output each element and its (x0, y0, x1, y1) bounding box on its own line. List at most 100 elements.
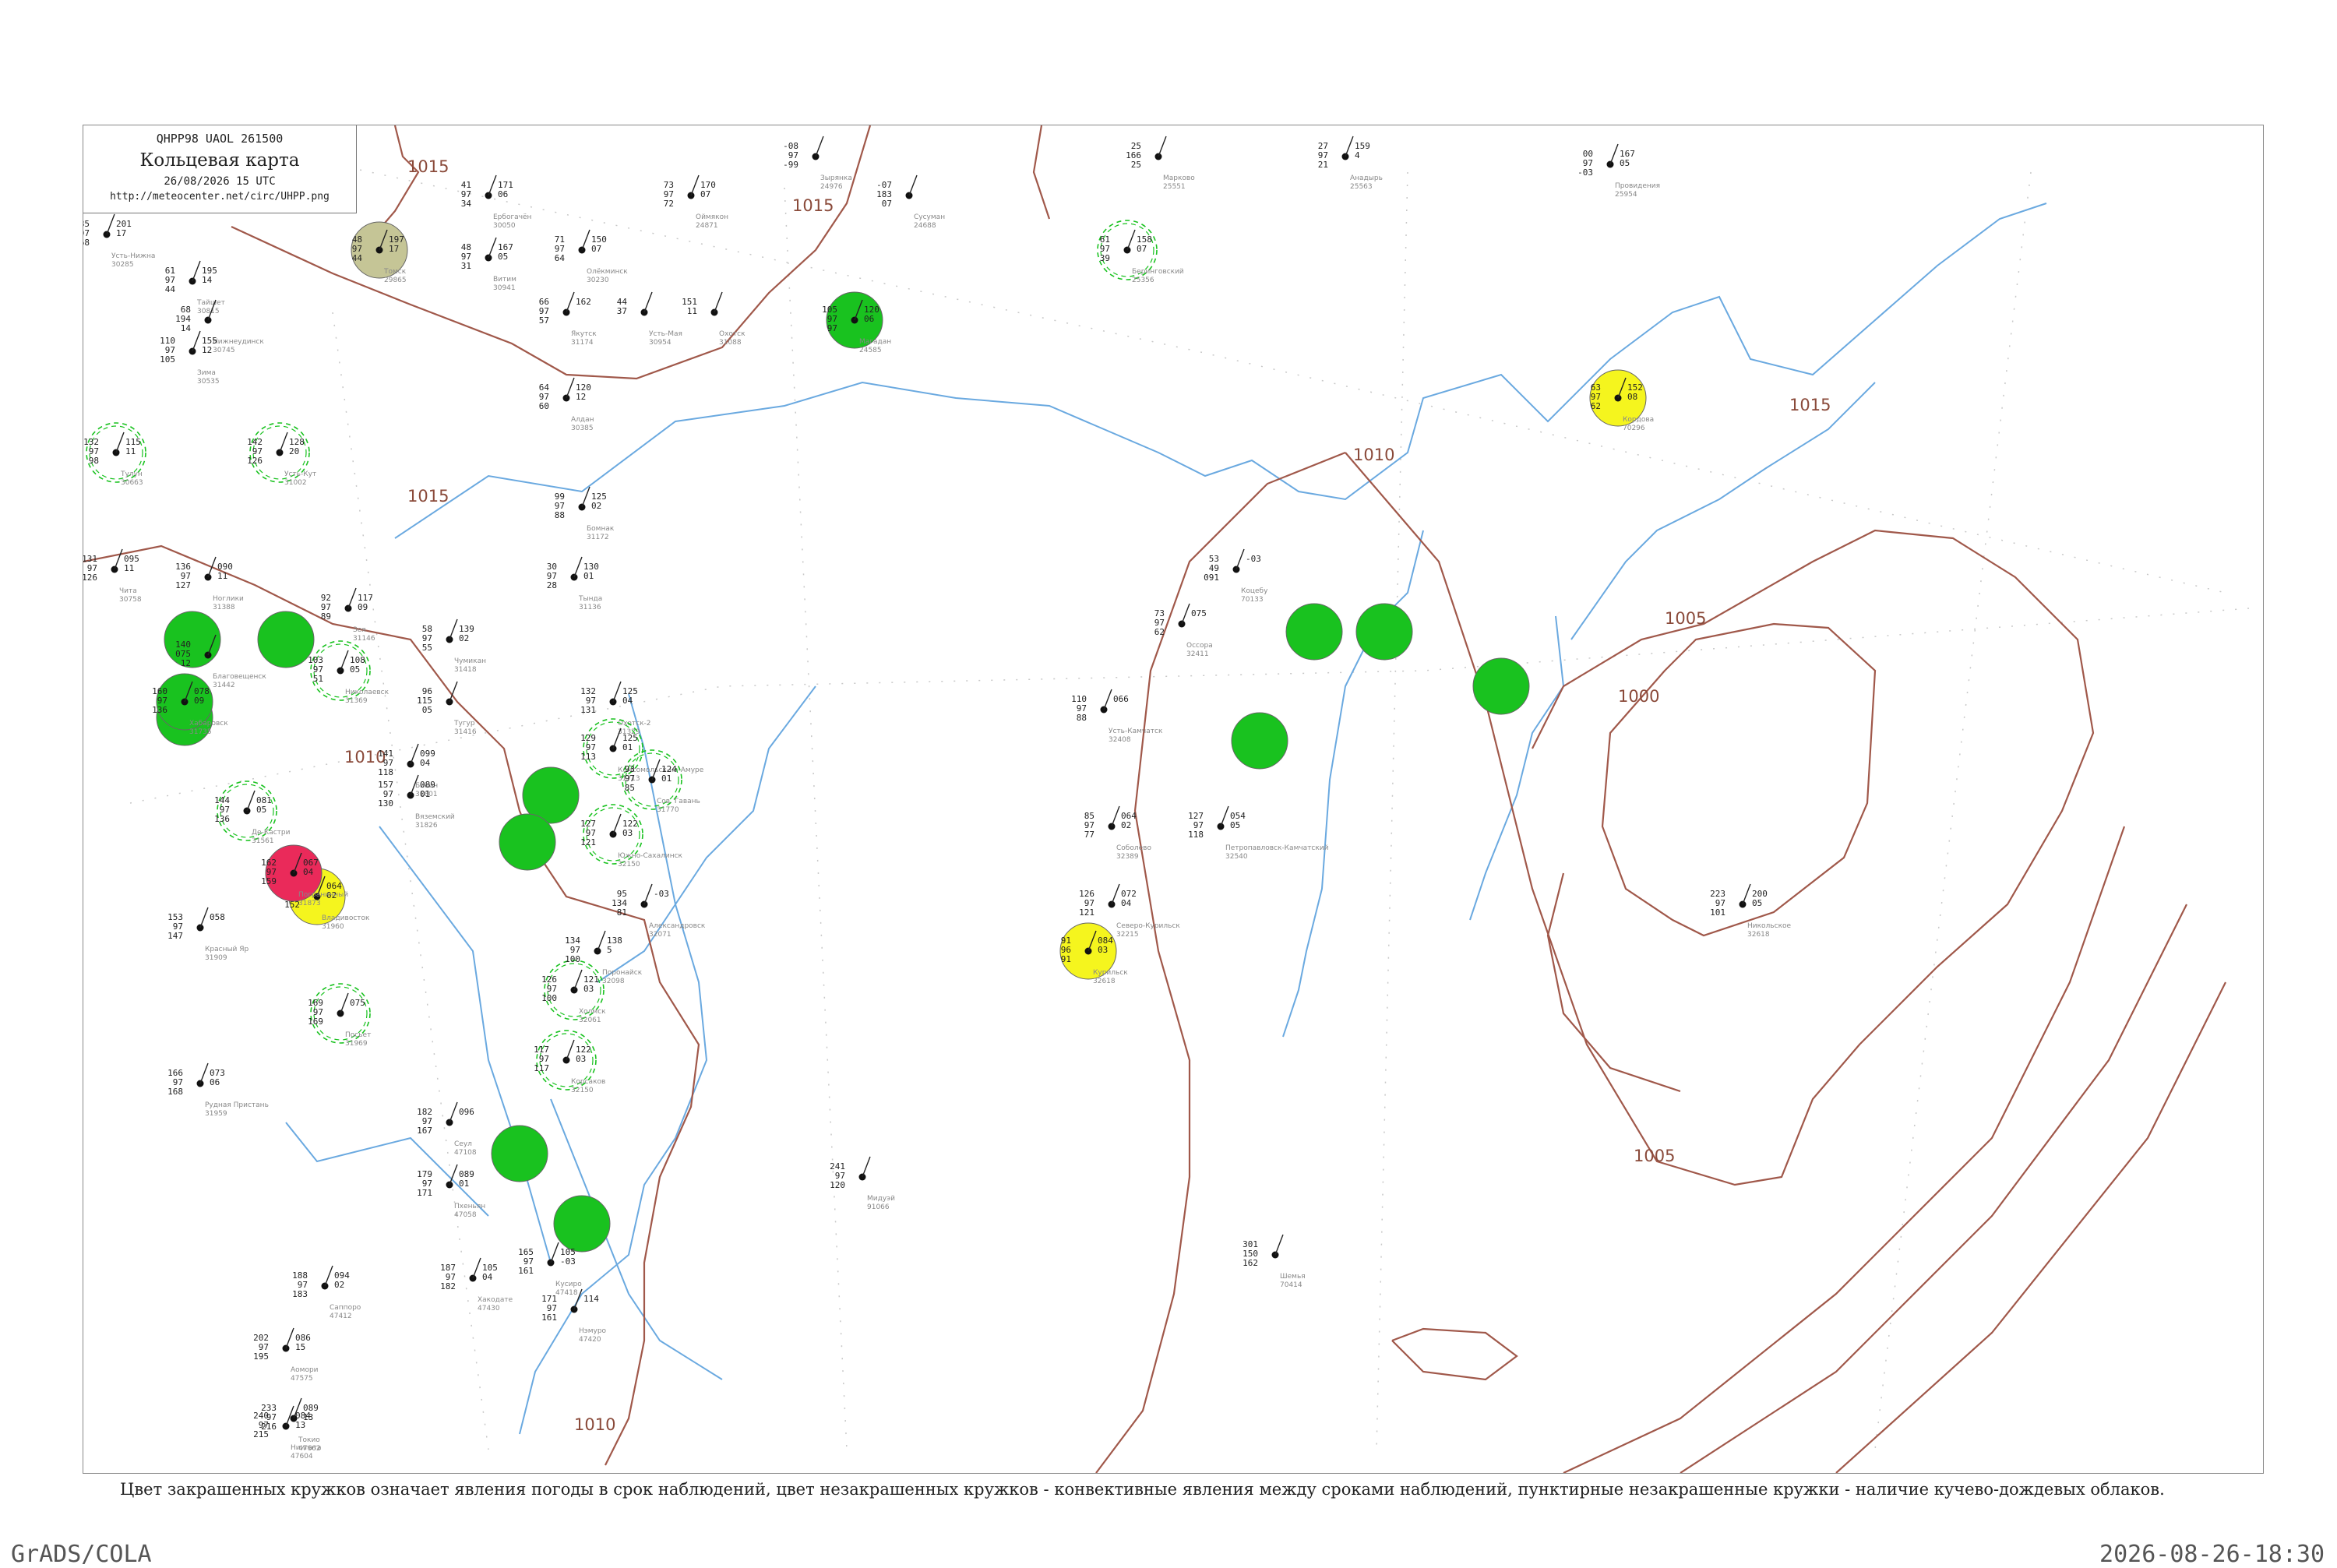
station-value: 02 (1121, 820, 1131, 830)
weather-fill-marker (553, 1195, 611, 1253)
station-value: 55 (422, 643, 432, 653)
station-index: 31969 (345, 1040, 368, 1048)
station-name: Рудная Пристань (205, 1101, 269, 1109)
station-index: 31418 (454, 666, 477, 674)
station-name: Зырянка (820, 174, 852, 182)
wind-barb (1609, 143, 1619, 165)
station-value: 12 (576, 392, 586, 402)
station-value: 01 (583, 571, 594, 581)
station-plot: 2029719508615Аомори47575 (253, 1327, 319, 1383)
station-plot: 9611505Тугур31416 (417, 681, 477, 736)
station-name: Никольское (1747, 922, 1792, 930)
station-name: Хакодате (478, 1296, 513, 1304)
station-name: Бомнак (587, 525, 615, 533)
station-value: 162 (576, 297, 591, 307)
station-plot: 2239710120005Никольское32618 (1710, 883, 1792, 939)
station-name: Де-Кастри (252, 829, 291, 837)
station-index: 47058 (454, 1211, 477, 1219)
station-plot: 2516625Марково25551 (1126, 136, 1195, 191)
station-plot: 85976820117Усть-Нижна30285 (83, 213, 155, 269)
station-name: Витим (493, 276, 516, 284)
station-index: 70414 (1280, 1281, 1302, 1289)
station-plot: 739762075Оссора32411 (1154, 603, 1213, 658)
station-plot: 1669716807306Рудная Пристань31959 (167, 1062, 269, 1118)
station-index: 25954 (1615, 191, 1637, 199)
station-value: 44 (165, 284, 176, 294)
station-index: 25551 (1163, 183, 1186, 191)
station-plot: 15397147058Красный Яр31909 (167, 907, 249, 962)
wind-barb (115, 432, 125, 453)
station-value: 62 (1591, 401, 1601, 411)
station-name: Охотск (719, 330, 746, 338)
wind-barb (279, 432, 288, 453)
weather-fill-marker (164, 611, 221, 668)
station-value: 64 (555, 253, 566, 263)
station-name: Кордова (1623, 416, 1654, 424)
station-value: -03 (1577, 167, 1593, 178)
station-value: 31 (461, 261, 471, 271)
station-value: 97 (827, 323, 837, 333)
station-value: 08 (1627, 392, 1637, 402)
station-name: Пхеньян (454, 1203, 485, 1210)
station-value: 075 (1191, 608, 1207, 618)
station-name: Холмск (579, 1008, 606, 1016)
wind-barb (1158, 136, 1167, 157)
station-index: 31369 (345, 697, 368, 705)
station-index: 91066 (867, 1203, 890, 1211)
station-value: 05 (350, 664, 360, 675)
station-index: 32618 (1747, 931, 1770, 939)
station-index: 31146 (353, 635, 375, 643)
wind-barb (612, 681, 622, 703)
station-value: 72 (664, 199, 674, 209)
station-value: 161 (518, 1266, 534, 1276)
wind-barb (815, 136, 824, 157)
station-index: 47108 (454, 1149, 477, 1157)
station-plot: 134971001385Поронайск32098 (565, 930, 643, 985)
station-name: Якутск (571, 330, 597, 338)
wind-barb (324, 1265, 333, 1287)
station-plot: 73977217007Оймякон24871 (664, 174, 728, 230)
weather-fill-marker (257, 611, 315, 668)
wind-barb (1181, 603, 1190, 625)
station-name: Оймякон (696, 213, 728, 221)
station-value: 183 (292, 1289, 308, 1299)
station-index: 24871 (696, 222, 718, 230)
station-value: 04 (482, 1272, 493, 1282)
station-index: 32071 (649, 931, 671, 939)
wind-barb (347, 587, 357, 609)
wind-barb (573, 556, 583, 578)
station-value: 05 (256, 805, 266, 815)
station-value: 126 (83, 573, 97, 583)
station-value: 096 (459, 1107, 474, 1117)
station-plot: 1279711805405Петропавловск-Камчатский325… (1188, 805, 1329, 861)
station-value: 131 (580, 705, 596, 715)
station-value: 34 (461, 199, 472, 209)
station-value: 126 (247, 456, 263, 466)
station-value: 161 (541, 1313, 557, 1323)
station-name: Вяземский (415, 813, 455, 821)
wind-barb (643, 291, 653, 313)
station-plot: 16997169075Посьет31969 (308, 992, 371, 1048)
bulletin-code: QHPP98 UAOL 261500 (156, 132, 284, 146)
station-index: 70133 (1241, 596, 1264, 604)
map-title-box: QHPP98 UAOL 261500 Кольцевая карта 26/08… (83, 125, 357, 213)
station-value: 195 (253, 1351, 269, 1362)
station-name: Корсаков (571, 1078, 605, 1086)
station-value: 136 (214, 814, 230, 824)
station-value: 06 (210, 1077, 220, 1087)
station-name: Тулун (120, 470, 143, 478)
wind-barb (246, 790, 256, 812)
station-value: 168 (167, 1087, 183, 1097)
station-value: 89 (321, 611, 331, 622)
observation-datetime: 26/08/2026 15 UTC (164, 175, 276, 188)
station-value: 05 (1752, 898, 1762, 908)
station-value: 06 (864, 314, 874, 324)
footer-software: GrADS/COLA (11, 1541, 152, 1568)
station-name: Южно-Сахалинск (618, 852, 683, 860)
station-value: 68 (83, 238, 90, 248)
wind-barb (612, 728, 622, 749)
station-index: 30285 (111, 261, 134, 269)
station-index: 31826 (415, 822, 438, 830)
station-value: 100 (565, 954, 580, 964)
weather-fill-marker (1472, 657, 1530, 715)
